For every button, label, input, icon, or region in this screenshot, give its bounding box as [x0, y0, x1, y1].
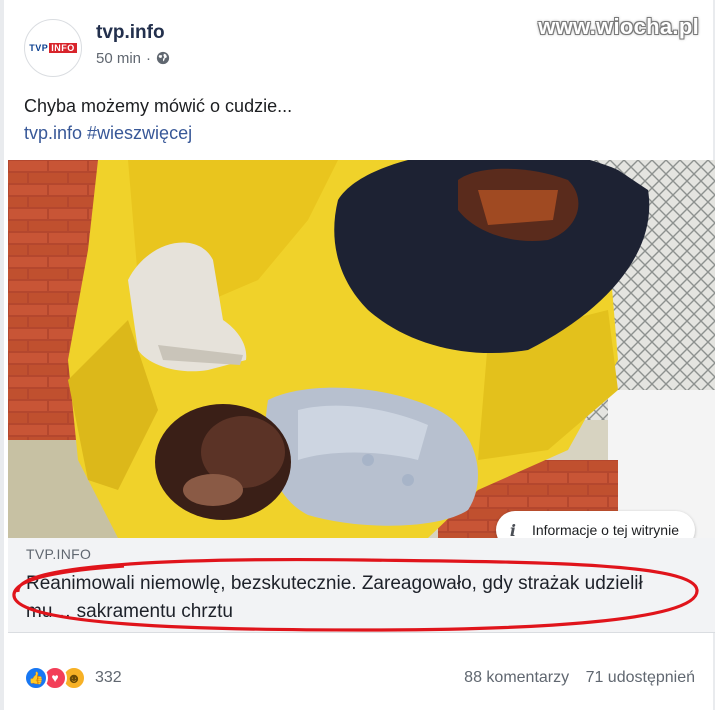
site-info-label: Informacje o tej witrynie	[531, 522, 679, 538]
like-icon: 👍	[24, 666, 48, 690]
reactions-summary[interactable]: 👍 ♥ ☻ 332	[24, 666, 122, 690]
post-footer: 👍 ♥ ☻ 332 88 komentarzy 71 udostępnień	[24, 658, 695, 698]
watermark: www.wiocha.pl	[538, 14, 699, 39]
link-preview[interactable]: TVP.INFO Reanimowali niemowlę, bezskutec…	[8, 538, 715, 633]
firefighter-baby-photo	[8, 160, 715, 538]
globe-icon	[156, 51, 170, 65]
logo-info-text: INFO	[49, 43, 77, 53]
header-text: tvp.info 50 min ·	[96, 22, 170, 67]
post-header: TVP INFO tvp.info 50 min ·	[24, 18, 170, 78]
facebook-post: www.wiocha.pl TVP INFO tvp.info 50 min ·…	[0, 0, 715, 710]
link-domain: TVP.INFO	[26, 546, 92, 562]
logo-tvp-text: TVP	[29, 43, 49, 53]
tvp-info-logo: TVP INFO	[29, 43, 77, 53]
post-message: Chyba możemy mówić o cudzie... tvp.info …	[24, 93, 292, 147]
post-time[interactable]: 50 min	[96, 50, 141, 67]
comments-count-link[interactable]: 88 komentarzy	[464, 669, 569, 686]
post-stats: 88 komentarzy 71 udostępnień	[464, 669, 695, 687]
reaction-count: 332	[95, 669, 122, 686]
post-photo[interactable]	[8, 160, 715, 538]
meta-separator: ·	[146, 49, 152, 67]
post-message-text: Chyba możemy mówić o cudzie...	[24, 96, 293, 116]
post-meta: 50 min ·	[96, 50, 170, 67]
link-headline[interactable]: Reanimowali niemowlę, bezskutecznie. Zar…	[26, 570, 686, 626]
info-icon: i	[509, 520, 516, 540]
shares-count-link[interactable]: 71 udostępnień	[586, 669, 695, 686]
post-hashtag-link[interactable]: tvp.info #wieszwięcej	[24, 120, 292, 147]
page-name-link[interactable]: tvp.info	[96, 22, 170, 44]
page-avatar[interactable]: TVP INFO	[24, 19, 82, 77]
